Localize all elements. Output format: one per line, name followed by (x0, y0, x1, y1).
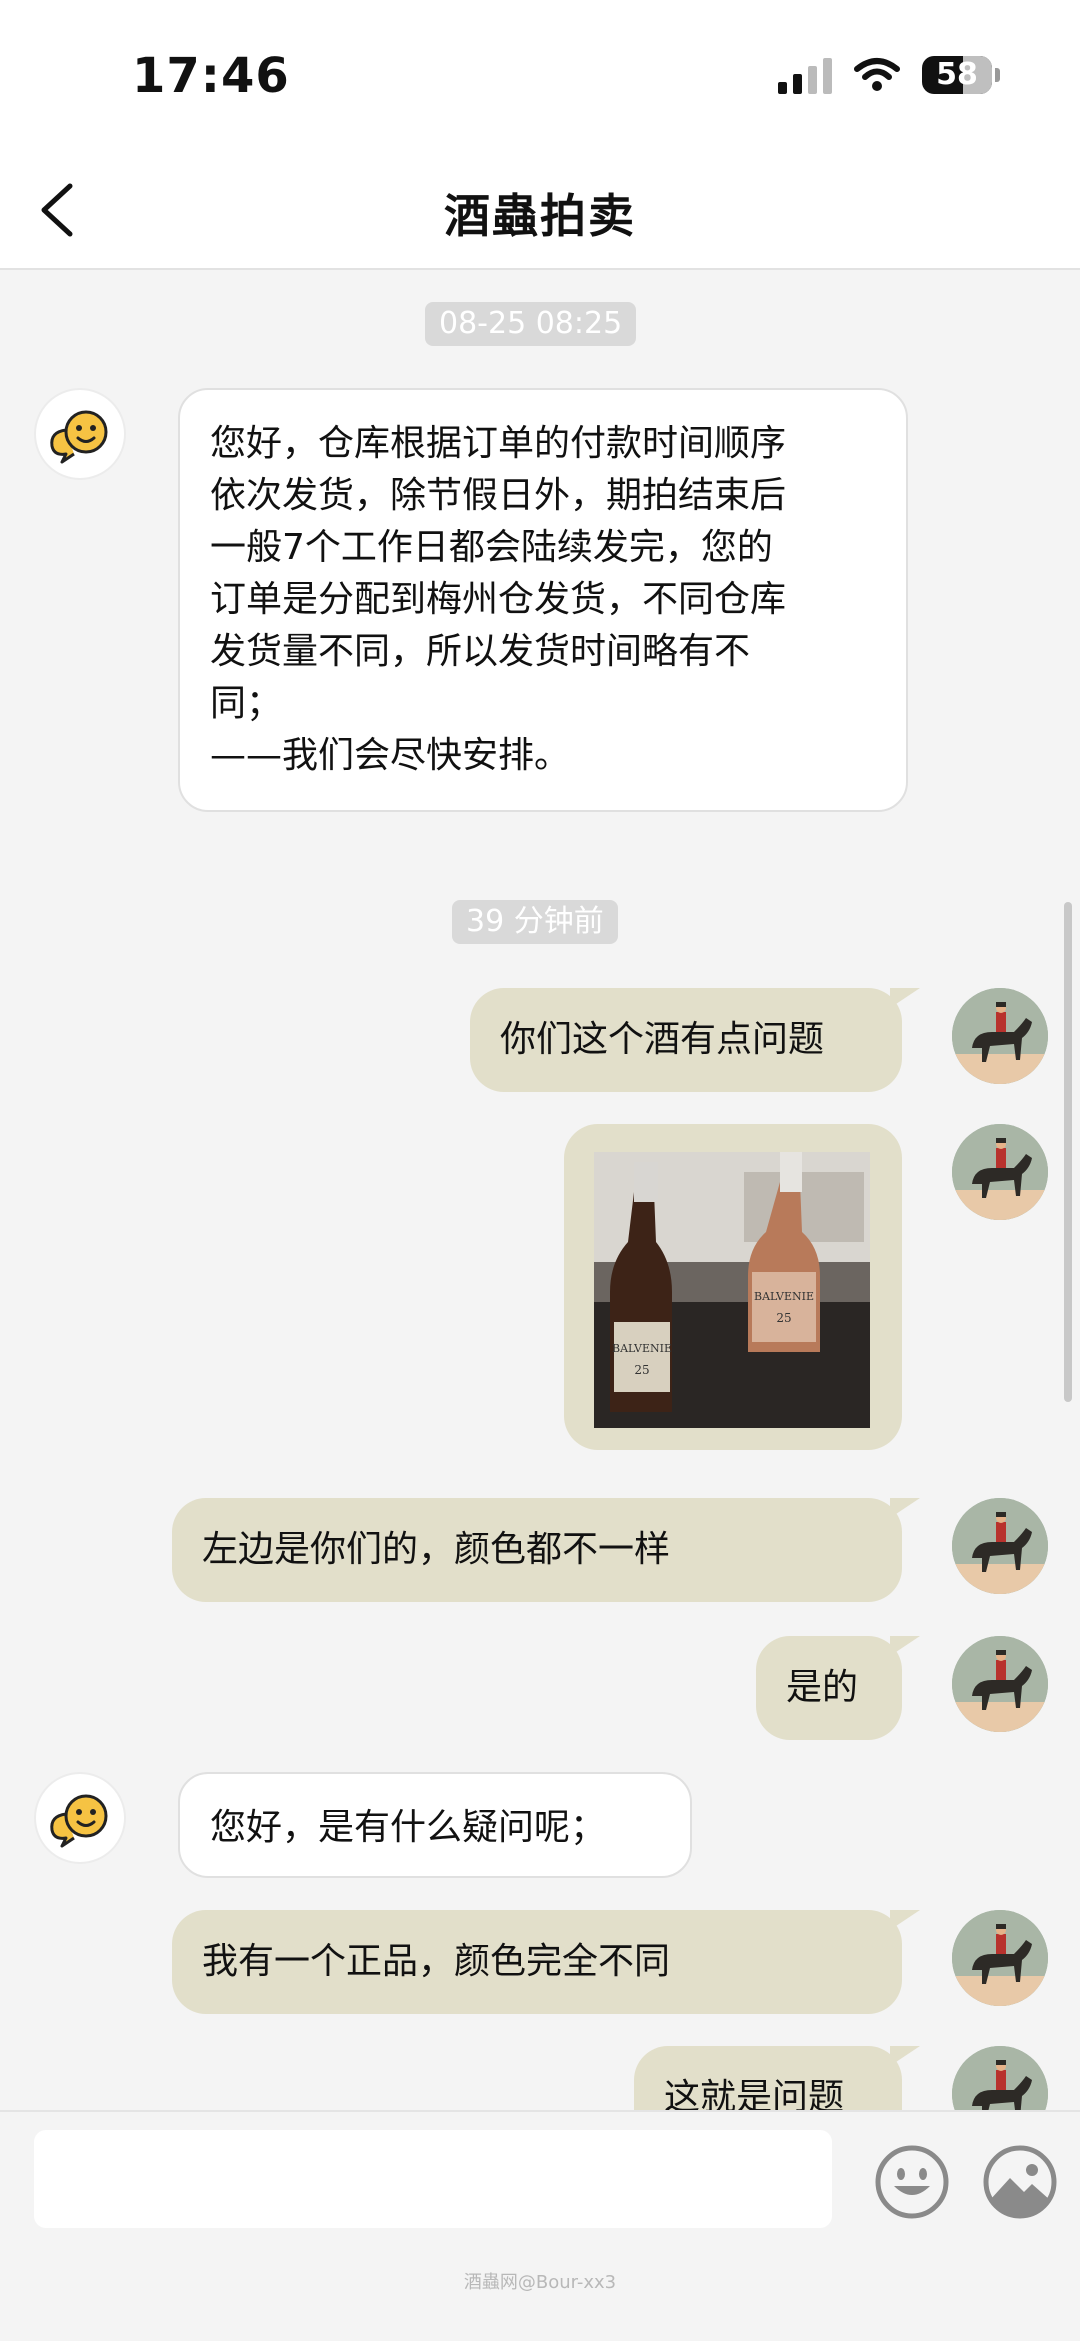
message-bubble-user: 你们这个酒有点问题 (470, 988, 920, 1092)
message-bubble-user: 这就是问题 (634, 2046, 920, 2110)
user-avatar[interactable] (952, 988, 1048, 1084)
bot-avatar-icon (50, 410, 108, 464)
battery-level: 58 (936, 57, 978, 92)
message-image-bubble[interactable]: BALVENIE 25 BALVENIE 25 (564, 1124, 902, 1450)
message-bubble-bot: 您好，仓库根据订单的付款时间顺序 依次发货，除节假日外，期拍结束后 一般7个工作… (178, 388, 908, 812)
page-title: 酒蟲拍卖 (444, 189, 636, 243)
cellular-signal-icon (778, 56, 832, 94)
message-line: 订单是分配到梅州仓发货，不同仓库 (210, 579, 787, 620)
input-bar (0, 2110, 1080, 2341)
timestamp-chip: 08-25 08:25 (425, 302, 637, 346)
bot-avatar[interactable] (34, 1772, 126, 1864)
status-time: 17:46 (132, 48, 290, 104)
horse-rider-avatar (952, 1498, 1048, 1594)
bottle-photo[interactable]: BALVENIE 25 BALVENIE 25 (594, 1152, 870, 1428)
message-bubble-user: 左边是你们的，颜色都不一样 (172, 1498, 920, 1602)
bot-avatar-icon (50, 1794, 108, 1848)
horse-rider-avatar (952, 988, 1048, 1084)
image-icon (983, 2145, 1057, 2219)
message-line: 同； (210, 683, 283, 724)
user-avatar[interactable] (952, 1498, 1048, 1594)
scrollbar[interactable] (1064, 902, 1072, 1402)
horse-rider-avatar (952, 2046, 1048, 2110)
message-line: 依次发货，除节假日外，期拍结束后 (210, 475, 787, 516)
horse-rider-avatar (952, 1636, 1048, 1732)
message-bubble-user: 我有一个正品，颜色完全不同 (172, 1910, 920, 2014)
user-avatar[interactable] (952, 1910, 1048, 2006)
wifi-icon (854, 58, 900, 91)
horse-rider-avatar (952, 1124, 1048, 1220)
image-button[interactable] (980, 2142, 1060, 2222)
horse-rider-avatar (952, 1910, 1048, 2006)
chat-area[interactable]: 08-25 08:25 您好，仓库根据订单的付款时间顺序 依次发货，除节假日外，… (0, 272, 1080, 2110)
bottle-label-age: 25 (634, 1363, 649, 1377)
user-avatar[interactable] (952, 1124, 1048, 1220)
smiley-face-icon (875, 2145, 949, 2219)
message-line: ——我们会尽快安排。 (210, 735, 571, 776)
user-avatar[interactable] (952, 2046, 1048, 2110)
timestamp-chip: 39 分钟前 (452, 900, 618, 944)
bot-avatar[interactable] (34, 388, 126, 480)
message-line: 发货量不同，所以发货时间略有不 (210, 631, 751, 672)
watermark: 酒蟲网@Bour-xx3 (463, 2272, 617, 2293)
bottle-label-text: BALVENIE (754, 1290, 814, 1303)
bottle-label-age: 25 (776, 1311, 791, 1325)
nav-bar: 酒蟲拍卖 (0, 150, 1080, 270)
status-bar: 17:46 58 (0, 0, 1080, 150)
bottle-label-text: BALVENIE (612, 1342, 672, 1355)
message-line: 您好，仓库根据订单的付款时间顺序 (210, 423, 787, 464)
message-bubble-bot: 您好，是有什么疑问呢； (178, 1772, 692, 1878)
message-input[interactable] (34, 2130, 832, 2228)
battery-icon: 58 (922, 56, 1000, 94)
user-avatar[interactable] (952, 1636, 1048, 1732)
status-icons: 58 (778, 56, 1000, 94)
emoji-button[interactable] (872, 2142, 952, 2222)
message-bubble-user: 是的 (756, 1636, 920, 1740)
message-line: 一般7个工作日都会陆续发完，您的 (210, 527, 773, 568)
